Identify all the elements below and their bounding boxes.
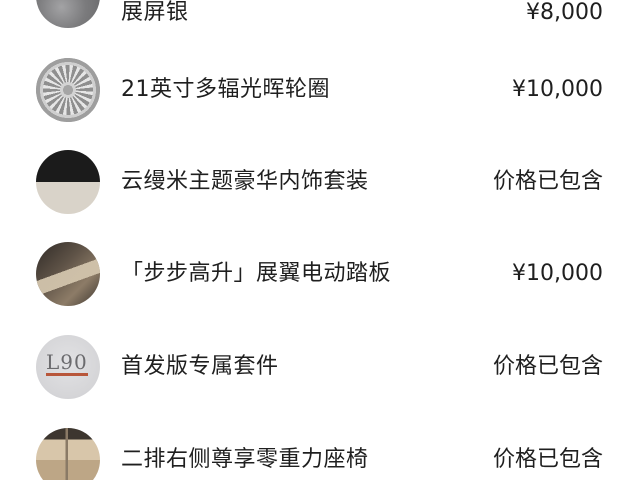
item-price: ¥8,000 [526, 0, 603, 25]
item-price: 价格已包含 [492, 354, 603, 379]
item-name: 21英寸多辐光晖轮圈 [121, 77, 330, 102]
item-price: 价格已包含 [492, 447, 603, 472]
item-price: ¥10,000 [512, 261, 603, 286]
silver-paint-swatch-icon [36, 0, 100, 28]
badge-text: L90 [46, 350, 88, 376]
list-item[interactable]: 云缦米主题豪华内饰套装 价格已包含 [0, 150, 640, 214]
seat-icon [36, 428, 100, 480]
wheel-rim-icon [36, 58, 100, 122]
option-list: 展屏银 ¥8,000 21英寸多辐光晖轮圈 ¥10,000 云缦米主题豪华内饰套… [0, 0, 640, 480]
item-name: 「步步高升」展翼电动踏板 [121, 261, 392, 286]
list-item[interactable]: L90 首发版专属套件 价格已包含 [0, 335, 640, 399]
item-name: 二排右侧尊享零重力座椅 [121, 447, 369, 472]
item-name: 云缦米主题豪华内饰套装 [121, 169, 369, 194]
item-name: 首发版专属套件 [121, 354, 279, 379]
item-price: 价格已包含 [492, 169, 603, 194]
badge-icon: L90 [36, 335, 100, 399]
list-item[interactable]: 「步步高升」展翼电动踏板 ¥10,000 [0, 242, 640, 306]
list-item[interactable]: 21英寸多辐光晖轮圈 ¥10,000 [0, 58, 640, 122]
interior-swatch-icon [36, 150, 100, 214]
list-item[interactable]: 展屏银 ¥8,000 [0, 0, 640, 28]
item-price: ¥10,000 [512, 77, 603, 102]
list-item[interactable]: 二排右侧尊享零重力座椅 价格已包含 [0, 428, 640, 480]
item-name: 展屏银 [121, 0, 189, 25]
side-step-icon [36, 242, 100, 306]
